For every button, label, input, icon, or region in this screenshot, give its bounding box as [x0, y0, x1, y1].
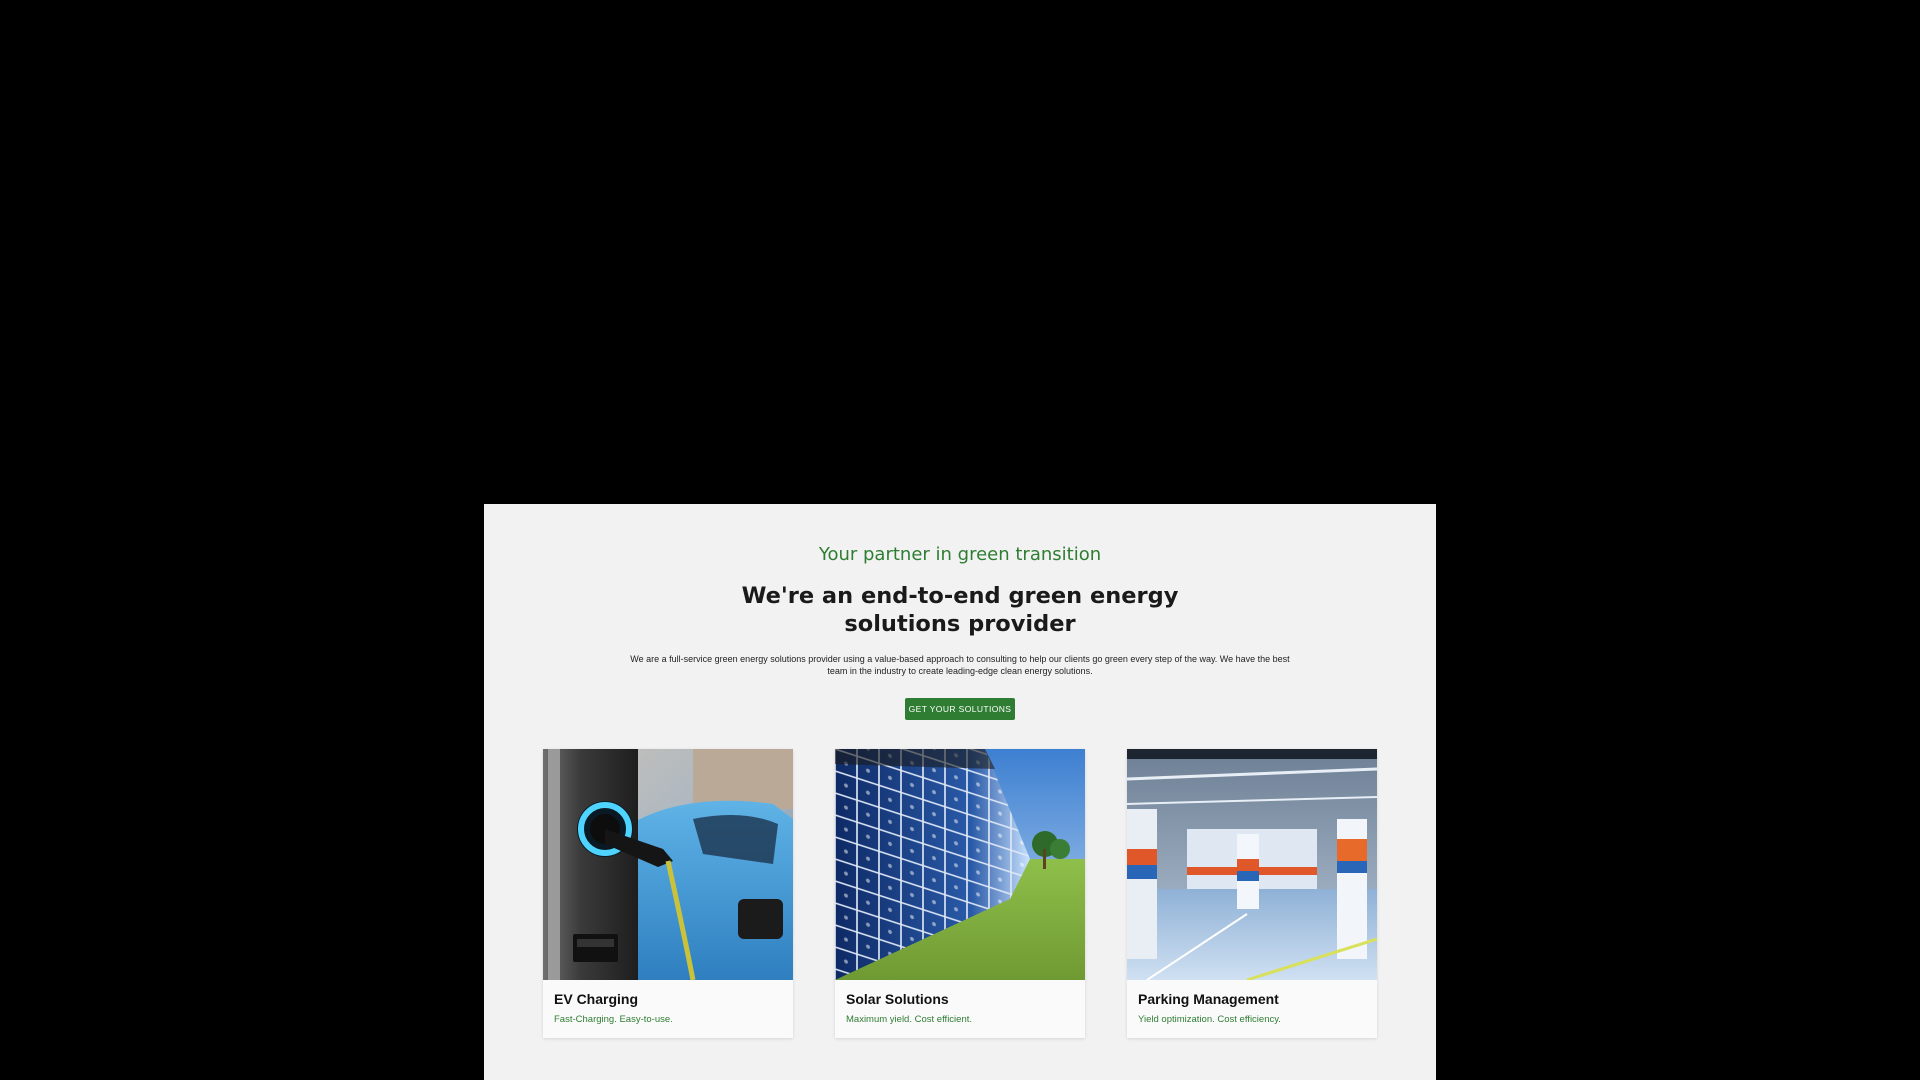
solar-panel-photo	[835, 749, 1085, 980]
intro-line-2: team in the industry to create leading-e…	[827, 665, 1093, 676]
ev-charger-photo	[543, 749, 793, 980]
section-headline: We're an end-to-end green energy solutio…	[484, 582, 1436, 638]
card-tagline: Yield optimization. Cost efficiency.	[1138, 1014, 1281, 1025]
parking-garage-photo	[1127, 749, 1377, 980]
headline-line-2: solutions provider	[844, 611, 1076, 637]
card-ev-charging[interactable]: EV Charging Fast-Charging. Easy-to-use.	[543, 749, 793, 1038]
card-title: Parking Management	[1138, 991, 1279, 1007]
card-tagline: Fast-Charging. Easy-to-use.	[554, 1014, 673, 1025]
page-section: Your partner in green transition We're a…	[484, 504, 1436, 1080]
get-solutions-button[interactable]: GET YOUR SOLUTIONS	[905, 698, 1015, 720]
card-parking-management[interactable]: Parking Management Yield optimization. C…	[1127, 749, 1377, 1038]
section-eyebrow: Your partner in green transition	[818, 544, 1102, 565]
section-intro: We are a full-service green energy solut…	[624, 654, 1296, 677]
card-solar-solutions[interactable]: Solar Solutions Maximum yield. Cost effi…	[835, 749, 1085, 1038]
intro-line-1: We are a full-service green energy solut…	[630, 654, 1290, 664]
headline-line-1: We're an end-to-end green energy	[741, 583, 1179, 609]
card-title: EV Charging	[554, 991, 639, 1007]
card-tagline: Maximum yield. Cost efficient.	[846, 1014, 973, 1025]
card-title: Solar Solutions	[846, 991, 949, 1007]
